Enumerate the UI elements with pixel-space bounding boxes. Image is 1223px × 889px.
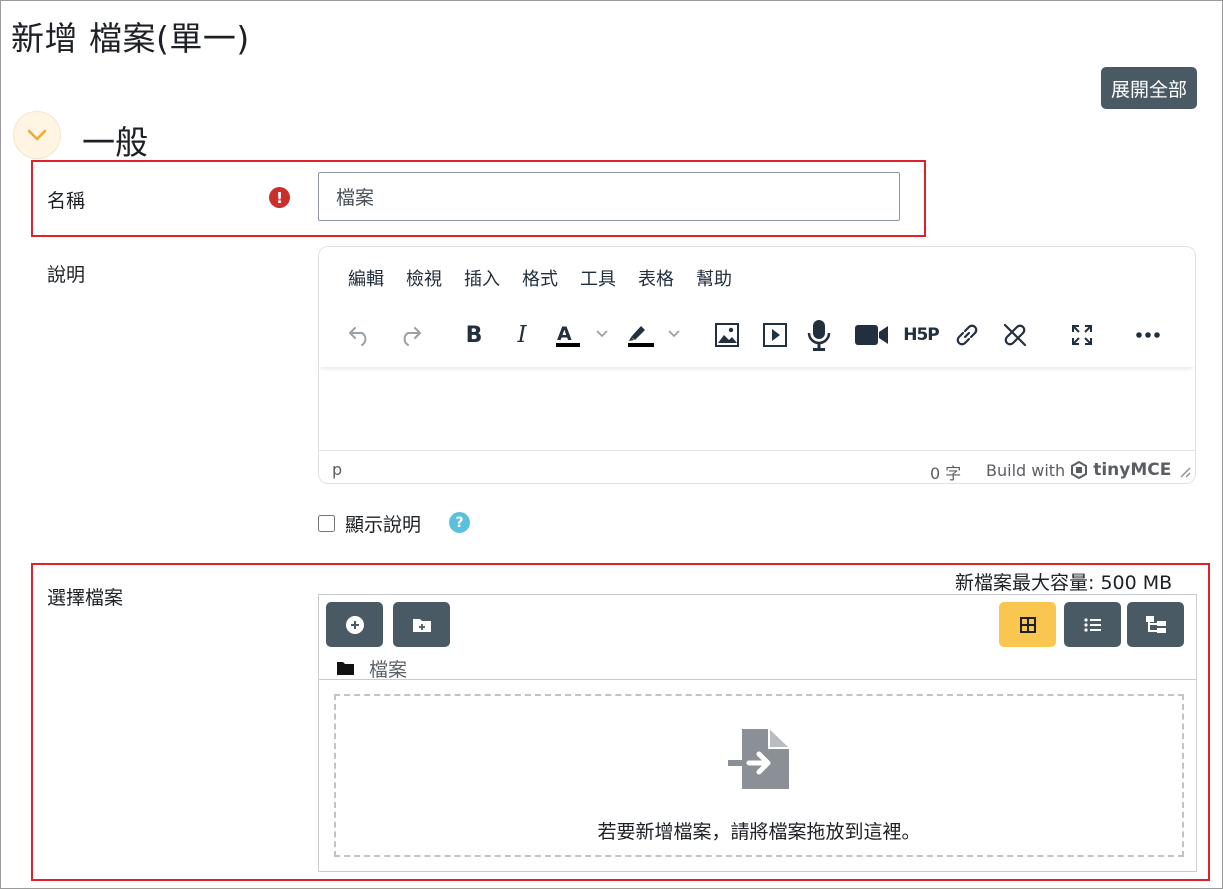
dropzone-instruction: 若要新增檔案，請將檔案拖放到這裡。 (597, 821, 921, 843)
undo-button[interactable] (343, 317, 377, 353)
element-path[interactable]: p (332, 460, 342, 479)
redo-button[interactable] (393, 317, 427, 353)
grid-view-icon (1019, 616, 1036, 633)
build-with-text: Build with (986, 460, 1066, 480)
fullscreen-icon (1072, 325, 1092, 345)
file-manager-divider (319, 679, 1196, 680)
image-button[interactable] (712, 317, 742, 353)
expand-all-button[interactable]: 展開全部 (1101, 67, 1197, 109)
resize-handle-icon[interactable] (1179, 466, 1191, 478)
section-collapse-toggle[interactable] (13, 111, 61, 159)
bold-icon: B (465, 322, 483, 348)
record-video-icon (855, 325, 888, 345)
folder-icon (337, 662, 354, 675)
tree-view-button[interactable] (1127, 602, 1184, 647)
file-dropzone[interactable]: 若要新增檔案，請將檔案拖放到這裡。 (334, 694, 1184, 857)
menu-tools[interactable]: 工具 (569, 267, 627, 293)
fullscreen-button[interactable] (1067, 317, 1097, 353)
record-audio-icon (807, 320, 831, 351)
h5p-button[interactable]: H5P (903, 317, 940, 353)
file-import-icon (728, 729, 789, 789)
undo-icon (349, 327, 367, 346)
svg-text:A: A (557, 323, 572, 345)
bold-button[interactable]: B (459, 317, 489, 353)
grid-view-button[interactable] (999, 602, 1056, 647)
highlight-color-button[interactable] (625, 317, 685, 353)
folder-plus-icon (412, 618, 431, 632)
text-color-icon: A (556, 323, 608, 347)
file-manager-path: 檔案 (336, 655, 407, 682)
chevron-down-icon (27, 129, 47, 141)
more-button[interactable] (1131, 317, 1165, 353)
show-description-checkbox[interactable] (318, 515, 335, 532)
show-description-row: 顯示說明 (318, 510, 421, 537)
unlink-button[interactable] (1000, 317, 1030, 353)
word-count[interactable]: 0 字 (930, 460, 961, 483)
editor-content-area[interactable] (319, 367, 1195, 449)
record-audio-button[interactable] (804, 317, 834, 353)
menu-insert[interactable]: 插入 (453, 267, 511, 293)
image-icon (715, 323, 739, 347)
name-input[interactable] (318, 172, 900, 221)
list-view-icon (1083, 617, 1101, 632)
menu-table[interactable]: 表格 (627, 267, 685, 293)
show-description-label: 顯示說明 (345, 514, 422, 536)
link-button[interactable] (952, 317, 982, 353)
media-icon (763, 323, 787, 347)
unlink-icon (1003, 323, 1027, 347)
tree-view-icon (1145, 615, 1166, 633)
tinymce-wordmark: tinyMCE (1093, 460, 1172, 480)
create-folder-button[interactable] (393, 602, 450, 647)
menu-format[interactable]: 格式 (511, 267, 569, 293)
help-icon[interactable]: ? (449, 512, 470, 533)
exclamation-circle-icon: ! (269, 187, 290, 208)
page-title: 新增 檔案(單一) (11, 19, 250, 58)
tinymce-branding[interactable]: Build with tinyMCE (986, 460, 1171, 480)
redo-icon (403, 327, 421, 346)
add-file-button[interactable] (326, 602, 383, 647)
plus-circle-icon (345, 615, 364, 634)
description-editor: 編輯 檢視 插入 格式 工具 表格 幫助 B I A H5P p 0 字 Bui… (318, 246, 1196, 484)
editor-toolbar: B I A H5P (319, 311, 1195, 367)
menu-help[interactable]: 幫助 (685, 267, 743, 293)
link-icon (956, 324, 978, 346)
text-color-button[interactable]: A (553, 317, 613, 353)
media-button[interactable] (760, 317, 790, 353)
more-icon (1136, 332, 1160, 338)
file-manager: 檔案 若要新增檔案，請將檔案拖放到這裡。 (318, 594, 1197, 872)
h5p-icon: H5P (903, 325, 940, 345)
menu-edit[interactable]: 編輯 (337, 267, 395, 293)
tinymce-logo-icon (1071, 461, 1088, 479)
menu-view[interactable]: 檢視 (395, 267, 453, 293)
italic-button[interactable]: I (507, 317, 537, 353)
select-file-label: 選擇檔案 (47, 587, 124, 609)
editor-statusbar: p 0 字 Build with tinyMCE (319, 450, 1195, 483)
italic-icon: I (517, 322, 527, 348)
description-label: 說明 (47, 264, 86, 286)
max-file-size: 新檔案最大容量: 500 MB (955, 572, 1173, 594)
name-label: 名稱 (47, 190, 86, 212)
highlight-color-icon (628, 326, 680, 347)
path-folder-name[interactable]: 檔案 (369, 655, 407, 682)
editor-menubar: 編輯 檢視 插入 格式 工具 表格 幫助 (337, 267, 743, 293)
section-title: 一般 (82, 123, 148, 162)
record-video-button[interactable] (854, 317, 890, 353)
list-view-button[interactable] (1064, 602, 1121, 647)
